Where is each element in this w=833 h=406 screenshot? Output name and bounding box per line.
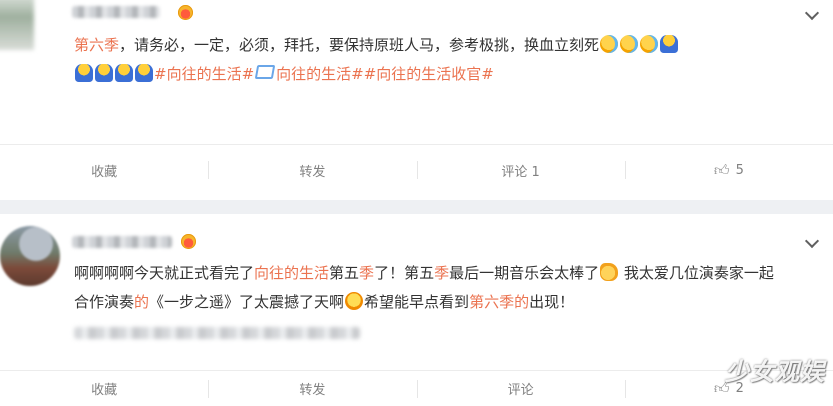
post-text-segment: 第五 [329, 264, 360, 282]
post-text: 啊啊啊啊今天就正式看完了向往的生活第五季了！第五季最后一期音乐会太棒了 我太爱几… [74, 259, 774, 317]
post-text-segment: ，请务必，一定，必须，拜托，要保持原班人马，参考极挑，换血立刻死 [119, 36, 600, 54]
hashtag-link[interactable]: #向往的生活# [154, 65, 254, 83]
post-card-1: 第六季，请务必，一定，必须，拜托，要保持原班人马，参考极挑，换血立刻死 #向往的… [0, 0, 833, 200]
chevron-down-icon[interactable] [804, 233, 820, 249]
action-bar: 收藏 转发 评论 👍︎ 2 [0, 370, 833, 406]
praying-hands-icon [75, 64, 93, 82]
post-meta-blurred [74, 327, 360, 339]
repost-button[interactable]: 转发 [208, 145, 416, 195]
action-bar: 收藏 转发 评论 1 👍︎ 5 [0, 144, 833, 195]
favorite-button[interactable]: 收藏 [0, 145, 208, 195]
crying-face-icon [620, 35, 639, 53]
keyword-link[interactable]: 向往的生活 [254, 264, 329, 282]
post-text-segment: 希望能早点看到 [364, 293, 470, 311]
thumbs-up-emoji-icon [600, 263, 619, 281]
repost-label: 转发 [299, 164, 326, 180]
praying-hands-icon [115, 64, 133, 82]
keyword-link[interactable]: 第六季 [74, 36, 119, 54]
keyword-link[interactable]: 第六季的 [469, 293, 529, 311]
feed-separator [0, 200, 833, 214]
hashtag-link[interactable]: #向往的生活 [364, 65, 452, 83]
diamond-icon [254, 65, 276, 79]
keyword-link[interactable]: 季 [434, 264, 449, 282]
hashtag-link[interactable]: 向往的生活# [276, 65, 364, 83]
like-button[interactable]: 👍︎ 5 [624, 145, 833, 195]
post-text-segment: 了！第五 [374, 264, 435, 282]
username-blurred[interactable] [72, 236, 172, 248]
favorite-button[interactable]: 收藏 [0, 371, 208, 406]
avatar[interactable] [0, 226, 60, 286]
keyword-link[interactable]: 的 [134, 293, 149, 311]
keyword-link[interactable]: 季 [359, 264, 374, 282]
post-text-segment: 《一步之遥》了太震撼了天啊 [149, 293, 345, 311]
crying-face-icon [600, 35, 619, 53]
post-card-2: 啊啊啊啊今天就正式看完了向往的生活第五季了！第五季最后一期音乐会太棒了 我太爱几… [0, 214, 833, 405]
comment-button[interactable]: 评论 1 [416, 145, 625, 195]
post-text-segment: 最后一期音乐会太棒了 [449, 264, 600, 282]
post-text-segment: 啊啊啊啊今天就正式看完了 [74, 264, 255, 282]
thumbs-up-icon: 👍︎ [713, 379, 730, 397]
praying-hands-icon [135, 64, 153, 82]
like-count: 2 [735, 381, 744, 396]
comment-label: 评论 [507, 383, 534, 398]
vip-crown-icon [181, 234, 196, 249]
praying-hands-icon [95, 64, 113, 82]
like-count: 5 [735, 162, 744, 178]
comment-button[interactable]: 评论 [416, 371, 625, 406]
post-text-segment: 出现！ [529, 293, 575, 311]
post-text: 第六季，请务必，一定，必须，拜托，要保持原班人马，参考极挑，换血立刻死 #向往的… [74, 31, 803, 89]
praying-hands-icon [660, 35, 679, 53]
favorite-label: 收藏 [91, 164, 118, 180]
hashtag-suffix[interactable]: 收官# [451, 65, 494, 83]
username-blurred[interactable] [72, 6, 160, 18]
vip-crown-icon [178, 5, 193, 20]
like-button[interactable]: 👍︎ 2 [624, 371, 833, 406]
favorite-label: 收藏 [91, 383, 118, 398]
avatar[interactable] [0, 0, 34, 50]
crying-face-icon [640, 35, 659, 53]
chevron-down-icon[interactable] [804, 5, 820, 21]
comment-label: 评论 1 [501, 164, 540, 180]
shocked-face-icon [345, 292, 364, 310]
repost-label: 转发 [299, 383, 326, 398]
thumbs-up-icon: 👍︎ [713, 160, 730, 179]
repost-button[interactable]: 转发 [208, 371, 416, 406]
